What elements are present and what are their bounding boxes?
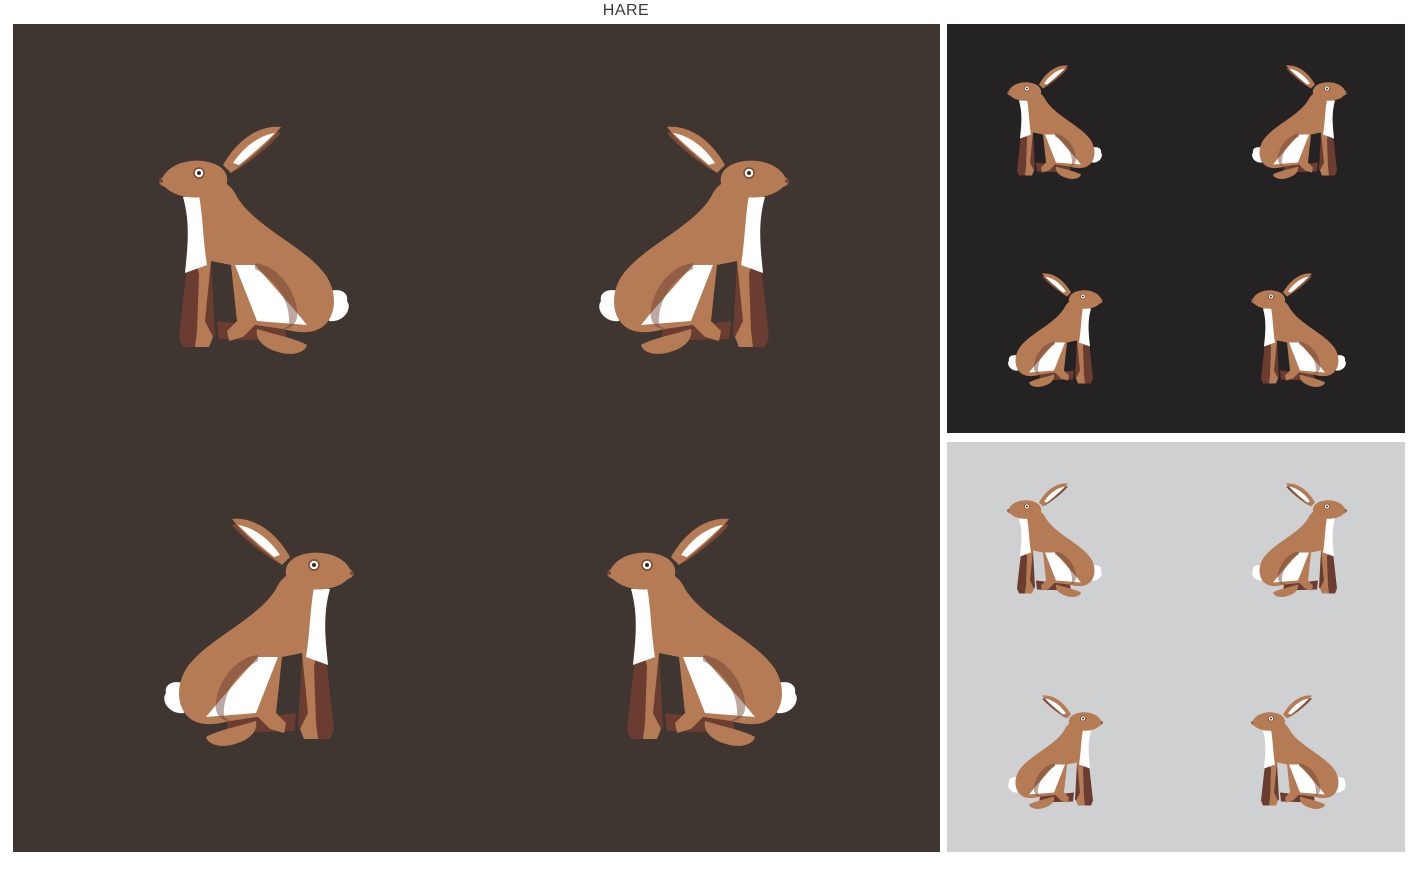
panel-background: [13, 24, 940, 852]
main-pattern-panel: [13, 24, 940, 852]
dark-pattern-canvas: [947, 24, 1405, 433]
page-title: HARE: [602, 2, 650, 19]
grey-pattern-canvas: [947, 442, 1405, 852]
grey-pattern-panel: [947, 442, 1405, 852]
dark-pattern-panel: [947, 24, 1405, 433]
main-pattern-canvas: [13, 24, 940, 852]
